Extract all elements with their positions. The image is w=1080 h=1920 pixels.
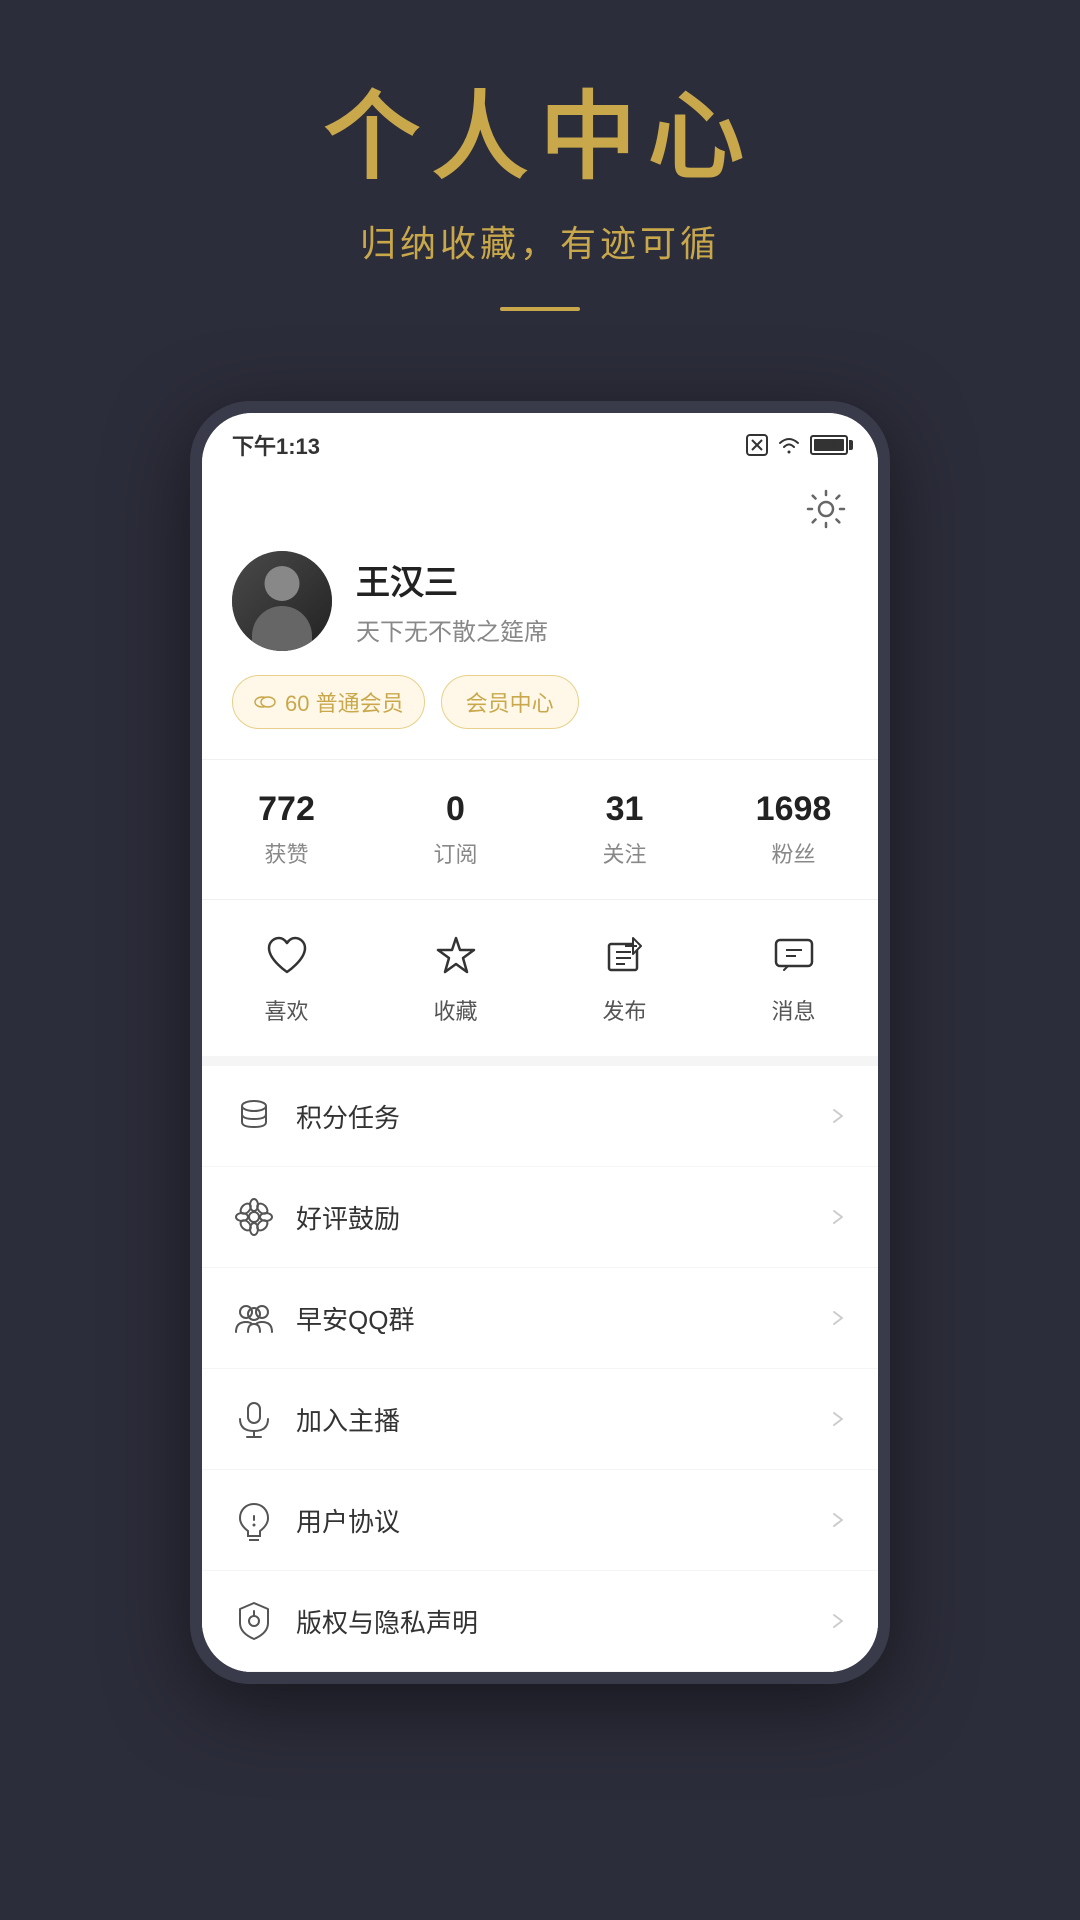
menu-item-agreement[interactable]: 用户协议: [202, 1470, 878, 1571]
settings-row: [202, 471, 878, 531]
coins-icon: [253, 690, 277, 714]
menu-item-review[interactable]: 好评鼓励: [202, 1167, 878, 1268]
menu-item-host[interactable]: 加入主播: [202, 1369, 878, 1470]
arrow-right-icon: [828, 1611, 848, 1631]
battery-icon: 100: [810, 435, 848, 455]
arrow-right-icon: [828, 1207, 848, 1227]
phone-frame: 下午1:13: [190, 401, 890, 1684]
stat-follow-label: 关注: [602, 842, 646, 867]
coins-stack-icon: [232, 1094, 276, 1138]
profile-badges: 60 普通会员 会员中心: [232, 675, 848, 729]
menu-item-points[interactable]: 积分任务: [202, 1066, 878, 1167]
actions-section: 喜欢 收藏: [202, 899, 878, 1056]
arrow-right-icon: [828, 1510, 848, 1530]
action-publish-label: 发布: [602, 994, 646, 1026]
stat-subscribe-value: 0: [371, 790, 540, 829]
stat-follow-value: 31: [540, 790, 709, 829]
membership-label: 60 普通会员: [285, 686, 404, 718]
action-like[interactable]: 喜欢: [202, 930, 371, 1026]
arrow-right-icon: [828, 1106, 848, 1126]
arrow-right-icon: [828, 1409, 848, 1429]
profile-name: 王汉三: [356, 555, 848, 604]
page-header: 个人中心 归纳收藏，有迹可循: [0, 0, 1080, 391]
battery-level: 100: [814, 439, 844, 451]
stat-fans[interactable]: 1698 粉丝: [709, 790, 878, 869]
menu-points-label: 积分任务: [296, 1098, 828, 1135]
stat-likes-value: 772: [202, 790, 371, 829]
group-icon: [232, 1296, 276, 1340]
stat-subscribe[interactable]: 0 订阅: [371, 790, 540, 869]
stat-fans-label: 粉丝: [771, 842, 815, 867]
stat-subscribe-label: 订阅: [433, 842, 477, 867]
action-collect-label: 收藏: [433, 994, 477, 1026]
action-message[interactable]: 消息: [709, 930, 878, 1026]
vip-center-label: 会员中心: [466, 686, 554, 718]
profile-section: 王汉三 天下无不散之筵席 60 普通会员: [202, 531, 878, 759]
menu-list: 积分任务: [202, 1056, 878, 1672]
menu-privacy-label: 版权与隐私声明: [296, 1603, 828, 1640]
action-publish[interactable]: 发布: [540, 930, 709, 1026]
stat-follow[interactable]: 31 关注: [540, 790, 709, 869]
mic-icon: [232, 1397, 276, 1441]
page-title: 个人中心: [0, 80, 1080, 195]
profile-info: 王汉三 天下无不散之筵席: [232, 551, 848, 651]
message-icon: [768, 930, 820, 982]
action-like-label: 喜欢: [264, 994, 308, 1026]
menu-item-privacy[interactable]: 版权与隐私声明: [202, 1571, 878, 1672]
star-icon: [430, 930, 482, 982]
bulb-icon: [232, 1498, 276, 1542]
settings-button[interactable]: [804, 487, 848, 531]
menu-qq-label: 早安QQ群: [296, 1300, 828, 1337]
stat-fans-value: 1698: [709, 790, 878, 829]
avatar[interactable]: [232, 551, 332, 651]
wifi-icon: [776, 434, 802, 456]
membership-badge[interactable]: 60 普通会员: [232, 675, 425, 729]
profile-bio: 天下无不散之筵席: [356, 612, 848, 647]
menu-item-qq[interactable]: 早安QQ群: [202, 1268, 878, 1369]
menu-agreement-label: 用户协议: [296, 1502, 828, 1539]
header-divider: [500, 307, 580, 311]
heart-icon: [261, 930, 313, 982]
arrow-right-icon: [828, 1308, 848, 1328]
shield-icon: [232, 1599, 276, 1643]
status-bar: 下午1:13: [202, 413, 878, 471]
menu-review-label: 好评鼓励: [296, 1199, 828, 1236]
stat-likes[interactable]: 772 获赞: [202, 790, 371, 869]
status-time: 下午1:13: [232, 429, 320, 461]
phone-screen: 下午1:13: [202, 413, 878, 1672]
publish-icon: [599, 930, 651, 982]
menu-host-label: 加入主播: [296, 1401, 828, 1438]
action-message-label: 消息: [771, 994, 815, 1026]
vip-center-badge[interactable]: 会员中心: [441, 675, 579, 729]
action-collect[interactable]: 收藏: [371, 930, 540, 1026]
profile-text: 王汉三 天下无不散之筵席: [356, 555, 848, 647]
page-subtitle: 归纳收藏，有迹可循: [0, 215, 1080, 267]
stat-likes-label: 获赞: [264, 842, 308, 867]
x-icon: [746, 434, 768, 456]
status-icons: 100: [746, 434, 848, 456]
flower-icon: [232, 1195, 276, 1239]
app-content: 王汉三 天下无不散之筵席 60 普通会员: [202, 471, 878, 1672]
stats-section: 772 获赞 0 订阅 31 关注 1698 粉丝: [202, 759, 878, 899]
